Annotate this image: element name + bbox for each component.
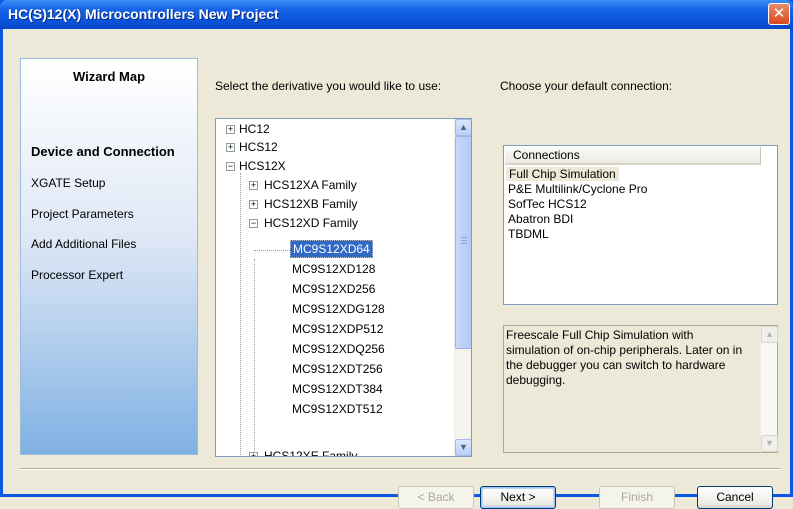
collapse-minus-icon[interactable]: −	[226, 162, 235, 171]
connection-abatron-bdi[interactable]: Abatron BDI	[508, 212, 573, 226]
wizard-window: HC(S)12(X) Microcontrollers New Project …	[0, 0, 793, 509]
tree-node-label: HC12	[239, 122, 270, 136]
cancel-button[interactable]: Cancel	[697, 486, 773, 509]
grip-line	[461, 240, 467, 241]
tree-node-label: HCS12	[239, 140, 278, 154]
scroll-thumb[interactable]	[455, 136, 471, 349]
tree-guide-line	[254, 259, 255, 455]
scroll-up-button[interactable]: ▲	[761, 326, 778, 343]
tree-node-label: MC9S12XD128	[292, 262, 376, 276]
wizard-step-add-files: Add Additional Files	[31, 237, 137, 251]
connection-prompt: Choose your default connection:	[500, 79, 673, 93]
tree-node-label: MC9S12XDG128	[292, 302, 385, 316]
button-separator	[20, 468, 780, 470]
tree-node-label: HCS12X	[239, 159, 286, 173]
tree-node-mc9s12xd256[interactable]: MC9S12XD256	[292, 279, 375, 299]
tree-node-label: MC9S12XDP512	[292, 322, 384, 336]
wizard-map-title: Wizard Map	[72, 69, 146, 84]
close-icon: ✕	[772, 5, 786, 22]
tree-vertical-scrollbar[interactable]: ▲ ▼	[454, 119, 471, 456]
wizard-step-project-parameters: Project Parameters	[31, 207, 134, 221]
description-scrollbar[interactable]: ▲ ▼	[760, 326, 778, 452]
tree-node-label: HCS12XA Family	[264, 178, 357, 192]
scroll-up-button[interactable]: ▲	[455, 119, 471, 136]
expand-plus-icon[interactable]: +	[249, 181, 258, 190]
wizard-step-device-connection: Device and Connection	[31, 144, 175, 159]
expand-plus-icon[interactable]: +	[226, 143, 235, 152]
tree-node-mc9s12xd128[interactable]: MC9S12XD128	[292, 259, 375, 279]
grip-line	[461, 243, 467, 244]
connection-full-chip-simulation[interactable]: Full Chip Simulation	[506, 167, 619, 181]
tree-node-mc9s12xd64[interactable]: MC9S12XD64	[290, 239, 373, 259]
wizard-map-panel: Wizard Map Device and Connection XGATE S…	[20, 58, 198, 455]
dialog-client-area: Wizard Map Device and Connection XGATE S…	[3, 29, 790, 509]
next-button[interactable]: Next >	[480, 486, 556, 509]
tree-node-label-selected: MC9S12XD64	[290, 240, 373, 258]
window-title: HC(S)12(X) Microcontrollers New Project	[8, 6, 279, 22]
tree-node-mc9s12xdg128[interactable]: MC9S12XDG128	[292, 299, 385, 319]
connection-pe-multilink[interactable]: P&E Multilink/Cyclone Pro	[508, 182, 647, 196]
tree-node-label: HCS12XB Family	[264, 197, 358, 211]
tree-node-mc9s12xdq256[interactable]: MC9S12XDQ256	[292, 339, 385, 359]
derivative-tree[interactable]: + HC12 + HCS12 − HCS12X + HCS12XA Family…	[215, 118, 472, 457]
collapse-minus-icon[interactable]: −	[249, 219, 258, 228]
connections-column-header[interactable]: Connections	[505, 147, 761, 165]
tree-node-label: MC9S12XDT384	[292, 382, 383, 396]
close-button[interactable]: ✕	[768, 3, 790, 25]
expand-plus-icon[interactable]: +	[226, 125, 235, 134]
expand-plus-icon[interactable]: +	[249, 200, 258, 209]
tree-node-label: HCS12XD Family	[264, 216, 359, 230]
tree-node-mc9s12xdt256[interactable]: MC9S12XDT256	[292, 359, 383, 379]
connections-list[interactable]: Connections Full Chip Simulation P&E Mul…	[503, 145, 778, 305]
description-text: Freescale Full Chip Simulation with simu…	[506, 328, 743, 387]
arrow-down-icon: ▼	[765, 438, 774, 448]
expand-plus-icon[interactable]: +	[249, 452, 258, 456]
tree-node-label: MC9S12XDQ256	[292, 342, 385, 356]
tree-node-mc9s12xdt384[interactable]: MC9S12XDT384	[292, 379, 383, 399]
scroll-down-button[interactable]: ▼	[455, 439, 471, 456]
arrow-down-icon: ▼	[459, 442, 468, 452]
arrow-up-icon: ▲	[765, 329, 774, 339]
tree-node-label: HCS12XE Family	[264, 449, 358, 457]
wizard-step-processor-expert: Processor Expert	[31, 268, 124, 282]
tree-node-label: MC9S12XD256	[292, 282, 376, 296]
tree-node-label: MC9S12XDT256	[292, 362, 383, 376]
tree-node-mc9s12xdt512[interactable]: MC9S12XDT512	[292, 399, 383, 419]
tree-node-mc9s12xdp512[interactable]: MC9S12XDP512	[292, 319, 383, 339]
tree-node-label: MC9S12XDT512	[292, 402, 383, 416]
connection-description: Freescale Full Chip Simulation with simu…	[503, 325, 778, 453]
title-bar[interactable]: HC(S)12(X) Microcontrollers New Project …	[0, 0, 793, 29]
back-button[interactable]: < Back	[398, 486, 474, 509]
finish-button[interactable]: Finish	[599, 486, 675, 509]
wizard-step-xgate-setup: XGATE Setup	[31, 176, 106, 190]
derivative-prompt: Select the derivative you would like to …	[215, 79, 442, 93]
scroll-down-button[interactable]: ▼	[761, 435, 778, 452]
grip-line	[461, 237, 467, 238]
tree-guide-line	[254, 250, 292, 251]
arrow-up-icon: ▲	[459, 122, 468, 132]
connection-tbdml[interactable]: TBDML	[508, 227, 549, 241]
connection-softec-hcs12[interactable]: SofTec HCS12	[508, 197, 587, 211]
tree-guide-line	[240, 173, 241, 455]
